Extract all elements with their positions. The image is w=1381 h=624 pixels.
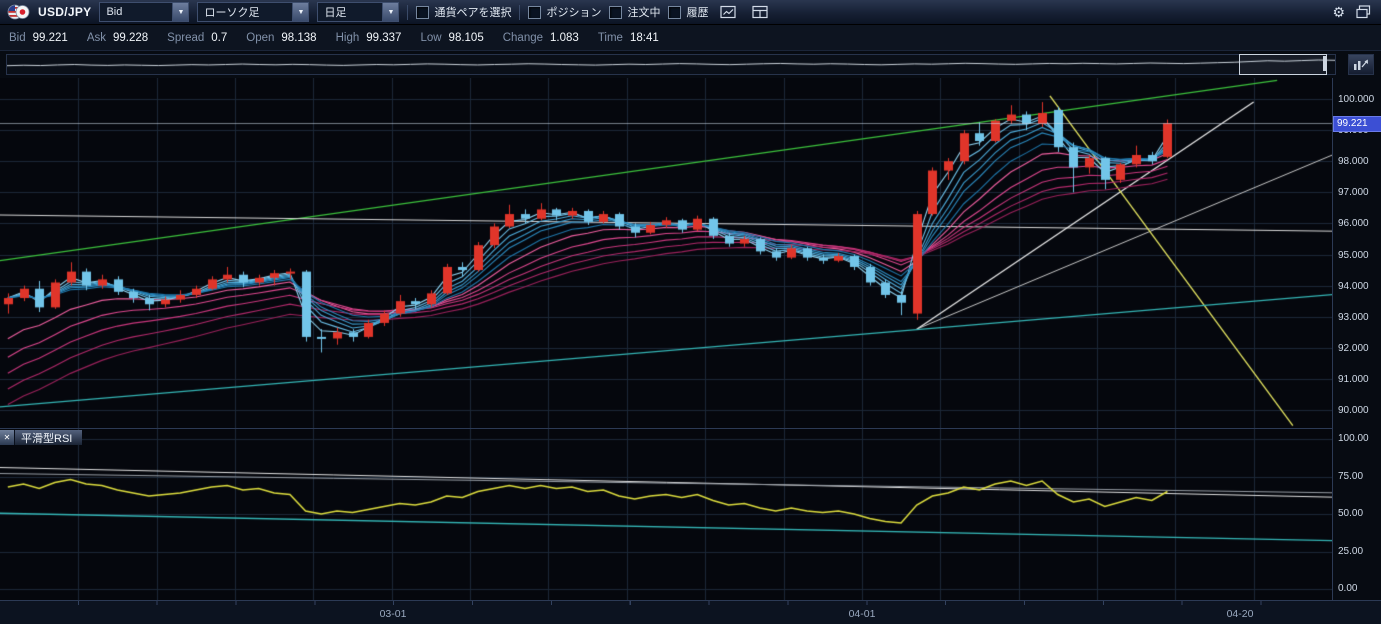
quote-ask: Ask99.228 (87, 32, 148, 44)
chevron-down-icon: ▼ (382, 3, 398, 21)
chart-window-icon (720, 5, 737, 19)
price-tick-label: 93.000 (1338, 312, 1369, 323)
quote-low: Low98.105 (420, 32, 483, 44)
time-axis[interactable]: 03-01 04-01 04-20 (0, 600, 1381, 624)
chart-layout-button[interactable] (748, 3, 772, 22)
separator (407, 5, 408, 20)
chevron-down-icon: ▼ (172, 3, 188, 21)
toolbar-right-group: ⚙ (1332, 3, 1375, 22)
separator (519, 5, 520, 20)
chart-type-select[interactable]: ローソク足 ▼ (197, 2, 309, 22)
rsi-panel: ✕ 平滑型RSI (0, 428, 1332, 601)
price-type-select[interactable]: Bid ▼ (99, 2, 189, 22)
rsi-tick-label: 50.00 (1338, 508, 1363, 519)
price-tick-label: 94.000 (1338, 281, 1369, 292)
price-chart-canvas[interactable] (0, 78, 1332, 428)
quote-open: Open98.138 (246, 32, 316, 44)
new-chart-window-button[interactable] (716, 3, 740, 22)
select-pair-checkbox[interactable]: 通貨ペアを選択 (416, 4, 511, 20)
window-stack-icon (1356, 5, 1371, 19)
currency-pair-flags-icon (6, 3, 30, 21)
settings-gear-button[interactable]: ⚙ (1332, 5, 1345, 19)
rsi-close-button[interactable]: ✕ (0, 430, 15, 445)
price-axis[interactable]: 99.221 100.00099.00098.00097.00096.00095… (1332, 78, 1381, 600)
currency-pair-label: USD/JPY (38, 5, 91, 19)
rsi-chart-canvas[interactable] (0, 429, 1332, 601)
checkbox-box (668, 6, 681, 19)
price-tick-label: 98.000 (1338, 156, 1369, 167)
rsi-tick-label: 100.00 (1338, 433, 1369, 444)
history-checkbox[interactable]: 履歴 (668, 4, 708, 20)
navigator-zoom-button[interactable] (1348, 54, 1374, 75)
checkbox-box (528, 6, 541, 19)
time-tick-label: 03-01 (380, 608, 407, 620)
quote-change: Change1.083 (503, 32, 579, 44)
price-tick-label: 97.000 (1338, 187, 1369, 198)
overview-navigator (0, 51, 1381, 78)
open-orders-checkbox[interactable]: 注文中 (609, 4, 660, 20)
timeframe-select[interactable]: 日足 ▼ (317, 2, 399, 22)
rsi-title: 平滑型RSI (21, 430, 72, 446)
toolbar: USD/JPY Bid ▼ ローソク足 ▼ 日足 ▼ 通貨ペアを選択 ポジション… (0, 0, 1381, 25)
positions-checkbox[interactable]: ポジション (528, 4, 601, 20)
rsi-tick-label: 75.00 (1338, 471, 1363, 482)
time-tick-label: 04-01 (849, 608, 876, 620)
quote-spread: Spread0.7 (167, 32, 227, 44)
quote-bid: Bid99.221 (9, 32, 68, 44)
price-tick-label: 92.000 (1338, 343, 1369, 354)
current-price-badge: 99.221 (1333, 116, 1381, 132)
rsi-header: ✕ 平滑型RSI (0, 430, 82, 445)
time-tick-label: 04-20 (1227, 608, 1254, 620)
rsi-tick-label: 25.00 (1338, 546, 1363, 557)
overview-canvas[interactable] (7, 55, 1335, 74)
price-tick-label: 91.000 (1338, 374, 1369, 385)
window-stack-button[interactable] (1351, 3, 1375, 22)
navigator-selection[interactable] (1239, 54, 1327, 75)
chevron-down-icon: ▼ (292, 3, 308, 21)
price-tick-label: 96.000 (1338, 218, 1369, 229)
checkbox-box (609, 6, 622, 19)
checkbox-box (416, 6, 429, 19)
price-tick-label: 95.000 (1338, 250, 1369, 261)
fx-chart-app: USD/JPY Bid ▼ ローソク足 ▼ 日足 ▼ 通貨ペアを選択 ポジション… (0, 0, 1381, 624)
quote-bar: Bid99.221 Ask99.228 Spread0.7 Open98.138… (0, 25, 1381, 51)
layout-grid-icon (752, 5, 769, 19)
navigator-strip[interactable] (6, 54, 1336, 75)
quote-time: Time18:41 (598, 32, 659, 44)
scale-chart-icon (1353, 58, 1369, 71)
rsi-tick-label: 0.00 (1338, 583, 1357, 594)
price-tick-label: 100.000 (1338, 94, 1374, 105)
quote-high: High99.337 (336, 32, 402, 44)
main-chart-area (0, 78, 1332, 428)
price-tick-label: 90.000 (1338, 405, 1369, 416)
